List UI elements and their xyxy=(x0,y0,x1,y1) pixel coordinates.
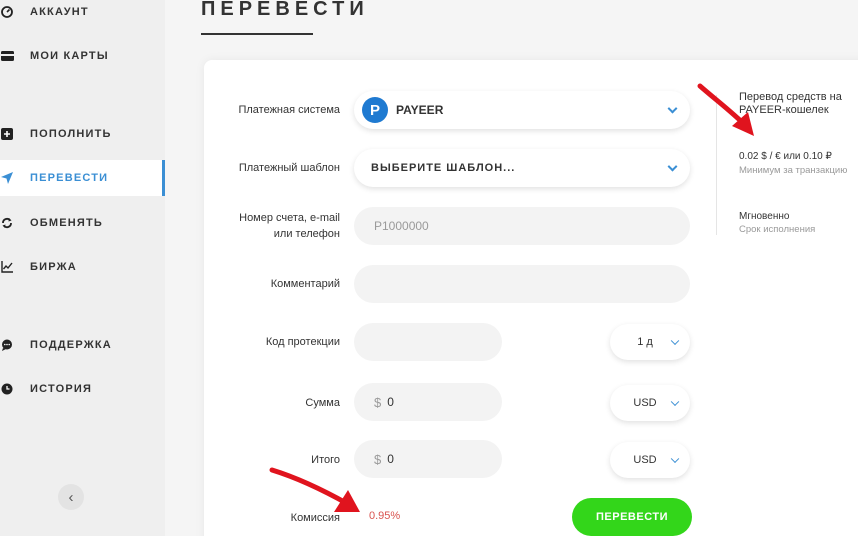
account-placeholder: P1000000 xyxy=(374,219,429,233)
total-currency-select[interactable]: USD xyxy=(610,442,690,478)
sidebar-item-label: МОИ КАРТЫ xyxy=(30,50,109,62)
sidebar-item-deposit[interactable]: ПОПОЛНИТЬ xyxy=(0,116,165,152)
chevron-down-icon xyxy=(670,454,680,464)
protection-code-input[interactable] xyxy=(354,323,502,361)
dollar-icon: $ xyxy=(374,394,382,410)
clock-icon xyxy=(0,382,14,396)
comment-label: Комментарий xyxy=(270,278,340,290)
amount-value: 0 xyxy=(387,395,394,409)
template-value: ВЫБЕРИТЕ ШАБЛОН... xyxy=(371,162,516,174)
execution-time-caption: Срок исполнения xyxy=(739,224,816,235)
total-label: Итого xyxy=(311,454,340,466)
total-input[interactable]: $ 0 xyxy=(354,440,502,478)
fee-label: Комиссия xyxy=(290,512,340,524)
sidebar-item-exchange[interactable]: ОБМЕНЯТЬ xyxy=(0,205,165,241)
dollar-icon: $ xyxy=(374,451,382,467)
sidebar-item-history[interactable]: ИСТОРИЯ xyxy=(0,371,165,407)
comment-input[interactable] xyxy=(354,265,690,303)
sidebar-item-market[interactable]: БИРЖА xyxy=(0,249,165,285)
amount-input[interactable]: $ 0 xyxy=(354,383,502,421)
chart-icon xyxy=(0,260,14,274)
exchange-icon xyxy=(0,216,14,230)
execution-time-value: Мгновенно xyxy=(739,211,790,222)
plus-icon xyxy=(0,127,14,141)
template-label: Платежный шаблон xyxy=(238,162,340,174)
chevron-down-icon xyxy=(667,161,678,172)
sidebar: АККАУНТ МОИ КАРТЫ ПОПОЛНИТЬ ПЕРЕВЕСТИ ОБ… xyxy=(0,0,165,536)
template-select[interactable]: ВЫБЕРИТЕ ШАБЛОН... xyxy=(354,149,690,187)
fee-value: 0.95% xyxy=(369,510,401,522)
dashboard-icon xyxy=(0,5,14,19)
page-title: ПЕРЕВЕСТИ xyxy=(201,0,369,20)
card-icon xyxy=(0,49,14,63)
sidebar-item-label: ПЕРЕВЕСТИ xyxy=(30,172,109,184)
min-amount-caption: Минимум за транзакцию xyxy=(739,165,848,176)
payment-system-value: PAYEER xyxy=(396,103,444,117)
sidebar-item-label: ИСТОРИЯ xyxy=(30,383,93,395)
amount-currency-select[interactable]: USD xyxy=(610,385,690,421)
sidebar-item-label: ОБМЕНЯТЬ xyxy=(30,217,104,229)
sidebar-collapse-button[interactable]: ‹ xyxy=(58,484,84,510)
payeer-logo-icon: P xyxy=(362,97,388,123)
send-icon xyxy=(0,171,14,185)
protection-period-value: 1 д xyxy=(637,336,653,348)
chevron-down-icon xyxy=(667,103,678,114)
account-label: Номер счета, e-mail или телефон xyxy=(239,212,340,240)
chat-icon xyxy=(0,338,14,352)
sidebar-item-support[interactable]: ПОДДЕРЖКА xyxy=(0,327,165,363)
amount-label: Сумма xyxy=(305,397,340,409)
sidebar-item-label: АККАУНТ xyxy=(30,6,89,18)
payment-system-select[interactable]: P PAYEER xyxy=(354,91,690,129)
sidebar-item-transfer[interactable]: ПЕРЕВЕСТИ xyxy=(0,160,165,196)
sidebar-item-label: ПОДДЕРЖКА xyxy=(30,339,112,351)
info-divider xyxy=(716,95,717,235)
sidebar-item-account[interactable]: АККАУНТ xyxy=(0,0,165,30)
title-underline xyxy=(201,33,313,35)
protection-code-label: Код протекции xyxy=(265,336,340,348)
account-input[interactable]: P1000000 xyxy=(354,207,690,245)
min-amount-value: 0.02 $ / € или 0.10 ₽ xyxy=(739,151,832,162)
chevron-down-icon xyxy=(670,336,680,346)
sidebar-item-label: ПОПОЛНИТЬ xyxy=(30,128,112,140)
total-currency-value: USD xyxy=(633,454,657,466)
info-title: Перевод средств на PAYEER-кошелек xyxy=(739,91,842,116)
total-value: 0 xyxy=(387,452,394,466)
sidebar-item-label: БИРЖА xyxy=(30,261,77,273)
transfer-submit-button[interactable]: ПЕРЕВЕСТИ xyxy=(572,498,692,536)
amount-currency-value: USD xyxy=(633,397,657,409)
sidebar-item-my-cards[interactable]: МОИ КАРТЫ xyxy=(0,38,165,74)
chevron-down-icon xyxy=(670,397,680,407)
payment-system-label: Платежная система xyxy=(238,104,340,116)
protection-period-select[interactable]: 1 д xyxy=(610,324,690,360)
